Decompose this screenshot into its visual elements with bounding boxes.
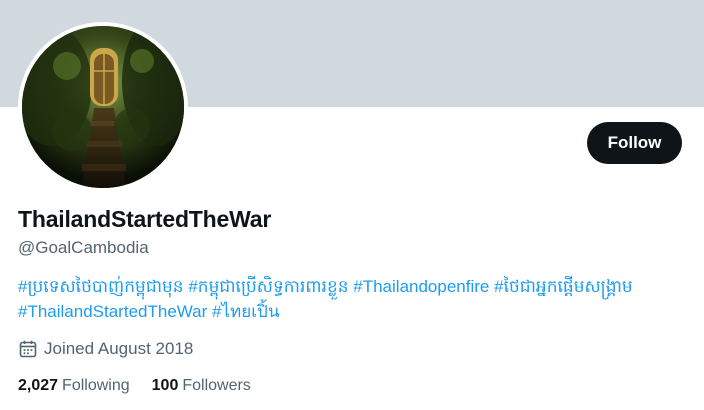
profile-bio: #ប្រទេសថៃបាញ់កម្ពុជាមុន #កម្ពុជាប្រើសិទ្… <box>18 274 688 324</box>
avatar-image <box>22 26 184 188</box>
following-link[interactable]: 2,027 Following <box>18 377 130 395</box>
following-label: Following <box>62 377 130 394</box>
hashtag-link[interactable]: #Thailandopenfire <box>353 277 489 296</box>
following-count: 2,027 <box>18 377 59 394</box>
profile-avatar[interactable] <box>18 22 188 192</box>
profile-handle: @GoalCambodia <box>18 238 149 257</box>
profile-display-name: ThailandStartedTheWar <box>18 206 272 232</box>
hashtag-link[interactable]: #ប្រទេសថៃបាញ់កម្ពុជាមុន <box>18 277 184 296</box>
profile-joined-date: Joined August 2018 <box>18 339 193 359</box>
hashtag-link[interactable]: #ថៃជាអ្នកផ្តើមសង្គ្រាម <box>494 277 633 296</box>
hashtag-link[interactable]: #កម្ពុជាប្រើសិទ្ធការពារខ្លួន <box>188 277 348 296</box>
joined-text: Joined August 2018 <box>44 339 194 358</box>
calendar-icon <box>18 339 38 359</box>
followers-link[interactable]: 100 Followers <box>152 377 251 395</box>
followers-count: 100 <box>151 377 179 394</box>
follow-button[interactable]: Follow <box>587 122 682 164</box>
hashtag-link[interactable]: #ThailandStartedTheWar <box>18 302 207 321</box>
hashtag-link[interactable]: #ไทยเปิ้น <box>212 302 279 321</box>
followers-label: Followers <box>182 377 251 394</box>
profile-stats: 2,027 Following 100 Followers <box>18 377 273 395</box>
